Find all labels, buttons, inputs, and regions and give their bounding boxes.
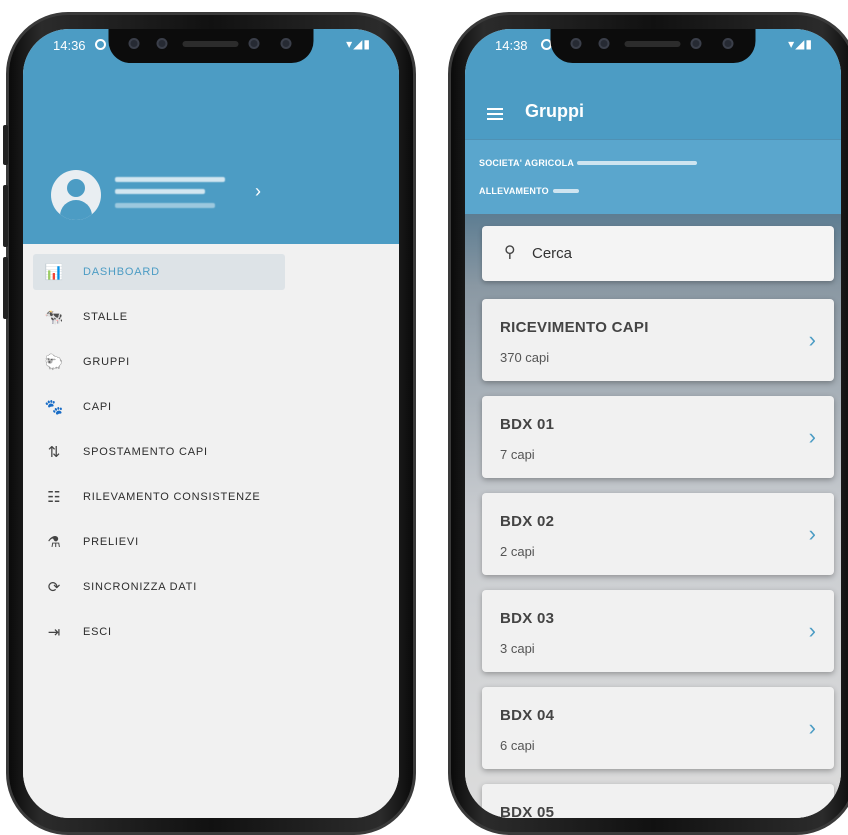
search-icon: ⚲ [504,244,516,261]
redacted-user-name [115,177,225,182]
paw-icon: 🐾 [44,399,64,416]
group-card[interactable]: BDX 04 6 capi › [482,687,834,769]
menu-icon[interactable] [487,108,503,120]
farm-info-bar: SOCIETA' AGRICOLA ALLEVAMENTO [465,139,841,214]
redacted-user-detail [115,203,215,208]
menu-item-label: ESCI [83,626,112,638]
notch [550,29,756,63]
avatar [51,170,101,220]
group-count: 6 capi [500,738,535,753]
navigation-drawer: 📊 DASHBOARD 🐄 STALLE 🐑 GRUPPI 🐾 CAPI ⇅ S… [23,244,399,818]
group-name: BDX 04 [500,707,555,724]
chevron-right-icon: › [808,327,816,352]
farm-label: ALLEVAMENTO [479,186,549,196]
menu-item-label: SPOSTAMENTO CAPI [83,446,208,458]
sync-status-icon [95,39,106,50]
group-card[interactable]: BDX 05 › [482,784,834,818]
menu-item-capi[interactable]: 🐾 CAPI [33,389,285,425]
menu-item-dashboard[interactable]: 📊 DASHBOARD [33,254,285,290]
menu-item-label: DASHBOARD [83,266,160,278]
menu-item-esci[interactable]: ⇥ ESCI [33,614,285,650]
left-screen: 14:36 ▾◢▮ › 📊 DASHBOARD 🐄 STALLE 🐑 GRUPP… [23,29,399,818]
sample-icon: ⚗ [47,534,61,551]
chevron-right-icon[interactable]: › [255,181,261,202]
left-phone-frame: 14:36 ▾◢▮ › 📊 DASHBOARD 🐄 STALLE 🐑 GRUPP… [3,12,416,835]
group-count: 3 capi [500,641,535,656]
group-count: 2 capi [500,544,535,559]
notch [108,29,314,63]
menu-item-label: SINCRONIZZA DATI [83,581,198,593]
menu-item-prelievi[interactable]: ⚗ PRELIEVI [33,524,285,560]
chevron-right-icon: › [808,618,816,643]
menu-item-rilevamento-consistenze[interactable]: ☷ RILEVAMENTO CONSISTENZE [33,479,285,515]
group-card[interactable]: BDX 01 7 capi › [482,396,834,478]
status-time: 14:36 [53,38,86,53]
survey-icon: ☷ [47,489,61,506]
status-time: 14:38 [495,38,528,53]
redacted-farm-code [553,189,579,193]
menu-item-label: STALLE [83,311,128,323]
company-label: SOCIETA' AGRICOLA [479,158,575,168]
group-card[interactable]: RICEVIMENTO CAPI 370 capi › [482,299,834,381]
chevron-right-icon: › [808,521,816,546]
menu-item-label: PRELIEVI [83,536,139,548]
group-card[interactable]: BDX 02 2 capi › [482,493,834,575]
group-name: BDX 03 [500,610,555,627]
sync-icon: ⟳ [47,579,61,596]
redacted-company-name [577,161,697,165]
group-card[interactable]: BDX 03 3 capi › [482,590,834,672]
menu-item-gruppi[interactable]: 🐑 GRUPPI [33,344,285,380]
menu-item-label: GRUPPI [83,356,130,368]
group-name: RICEVIMENTO CAPI [500,319,649,336]
chevron-right-icon: › [808,424,816,449]
network-icons: ▾◢▮ [346,37,371,51]
right-screen: 14:38 ▾◢▮ Gruppi SOCIETA' AGRICOLA ALLEV… [465,29,841,818]
logout-icon: ⇥ [47,624,61,641]
group-count: 370 capi [500,350,550,365]
groups-list: ⚲ Cerca RICEVIMENTO CAPI 370 capi › BDX … [465,214,841,818]
chevron-right-icon: › [809,812,816,818]
move-animals-icon: ⇅ [47,444,61,461]
right-phone-frame: 14:38 ▾◢▮ Gruppi SOCIETA' AGRICOLA ALLEV… [448,12,848,835]
search-placeholder: Cerca [532,245,573,262]
redacted-user-company [115,189,205,194]
menu-item-label: CAPI [83,401,112,413]
menu-item-stalle[interactable]: 🐄 STALLE [33,299,285,335]
menu-item-sincronizza-dati[interactable]: ⟳ SINCRONIZZA DATI [33,569,285,605]
bar-chart-icon: 📊 [44,264,64,281]
group-count: 7 capi [500,447,535,462]
volume-button [3,257,8,319]
volume-button [3,125,8,165]
herd-icon: 🐑 [44,354,64,371]
menu-item-spostamento-capi[interactable]: ⇅ SPOSTAMENTO CAPI [33,434,285,470]
menu-item-label: RILEVAMENTO CONSISTENZE [83,491,261,503]
group-name: BDX 02 [500,513,555,530]
search-bar[interactable]: ⚲ Cerca [482,226,834,281]
network-icons: ▾◢▮ [788,37,813,51]
group-name: BDX 01 [500,416,555,433]
group-name: BDX 05 [500,804,555,818]
chevron-right-icon: › [808,715,816,740]
volume-button [3,185,8,247]
barn-icon: 🐄 [44,309,64,326]
page-title: Gruppi [525,101,584,121]
